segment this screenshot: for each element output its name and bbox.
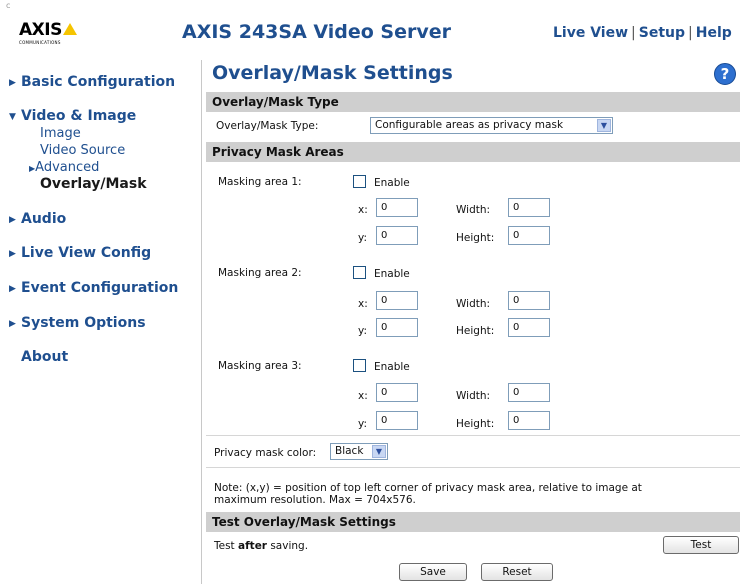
test-after-saving-text: Test after saving. [214, 540, 309, 552]
section-header-areas: Privacy Mask Areas [206, 142, 740, 162]
test-button[interactable]: Test [663, 536, 739, 554]
masking-area-1-y-input[interactable]: 0 [376, 226, 418, 245]
triangle-down-icon: ▼ [9, 112, 16, 122]
overlay-type-label: Overlay/Mask Type: [216, 120, 319, 132]
triangle-right-icon: ▶ [9, 284, 16, 294]
chevron-down-icon: ▼ [597, 119, 611, 132]
section-header-type: Overlay/Mask Type [206, 92, 740, 112]
masking-area-2-label: Masking area 2: [218, 267, 302, 279]
masking-area-2-height-input[interactable]: 0 [508, 318, 550, 337]
logo-triangle-icon [62, 23, 77, 35]
enable-label: Enable [374, 268, 410, 280]
privacy-mask-color-select[interactable]: Black ▼ [330, 443, 388, 460]
enable-label: Enable [374, 361, 410, 373]
masking-area-3-label: Masking area 3: [218, 360, 302, 372]
masking-area-2-y-input[interactable]: 0 [376, 318, 418, 337]
enable-label: Enable [374, 177, 410, 189]
x-label: x: [358, 204, 368, 216]
sidebar-item-live-view-config[interactable]: ▶ Live View Config [9, 245, 151, 261]
height-label: Height: [456, 418, 495, 430]
sidebar-item-video-image[interactable]: ▼ Video & Image [9, 108, 136, 124]
triangle-right-icon: ▶ [9, 78, 16, 88]
sidebar-item-about[interactable]: About [21, 349, 68, 365]
masking-area-2-width-input[interactable]: 0 [508, 291, 550, 310]
sidebar-divider [201, 60, 202, 584]
sidebar-item-basic-configuration[interactable]: ▶ Basic Configuration [9, 74, 175, 90]
logo-text: AXIS [19, 20, 62, 40]
masking-area-3-width-input[interactable]: 0 [508, 383, 550, 402]
reset-button[interactable]: Reset [481, 563, 553, 581]
masking-area-1-enable-checkbox[interactable] [353, 175, 366, 188]
sidebar-item-event-configuration[interactable]: ▶ Event Configuration [9, 280, 178, 296]
height-label: Height: [456, 325, 495, 337]
triangle-right-icon: ▶ [9, 215, 16, 225]
axis-logo[interactable]: AXIS COMMUNICATIONS [19, 22, 87, 46]
note-line-2: maximum resolution. Max = 704x576. [214, 494, 416, 506]
corner-mark: c [6, 1, 11, 10]
triangle-right-icon: ▶ [9, 249, 16, 259]
height-label: Height: [456, 232, 495, 244]
divider [206, 467, 740, 468]
sidebar-item-audio[interactable]: ▶ Audio [9, 211, 66, 227]
y-label: y: [358, 325, 367, 337]
masking-area-3-y-input[interactable]: 0 [376, 411, 418, 430]
y-label: y: [358, 418, 367, 430]
masking-area-1-x-input[interactable]: 0 [376, 198, 418, 217]
masking-area-1-width-input[interactable]: 0 [508, 198, 550, 217]
sidebar-subitem-overlay-mask[interactable]: Overlay/Mask [40, 176, 147, 192]
app-title: AXIS 243SA Video Server [182, 21, 452, 43]
width-label: Width: [456, 204, 491, 216]
sidebar-subitem-video-source[interactable]: Video Source [40, 143, 125, 158]
triangle-right-icon: ▶ [9, 319, 16, 329]
page-title: Overlay/Mask Settings [212, 62, 453, 84]
sidebar-subitem-advanced[interactable]: ▶Advanced [29, 160, 99, 175]
masking-area-1-label: Masking area 1: [218, 176, 302, 188]
y-label: y: [358, 232, 367, 244]
top-nav: Live View | Setup | Help [553, 25, 732, 41]
divider [206, 435, 740, 436]
masking-area-3-enable-checkbox[interactable] [353, 359, 366, 372]
masking-area-2-enable-checkbox[interactable] [353, 266, 366, 279]
x-label: x: [358, 298, 368, 310]
masking-area-3-x-input[interactable]: 0 [376, 383, 418, 402]
privacy-mask-color-label: Privacy mask color: [214, 447, 317, 459]
logo-subtitle: COMMUNICATIONS [19, 40, 61, 45]
section-header-test: Test Overlay/Mask Settings [206, 512, 740, 532]
chevron-down-icon: ▼ [372, 445, 386, 458]
note-line-1: Note: (x,y) = position of top left corne… [214, 482, 642, 494]
save-button[interactable]: Save [399, 563, 467, 581]
width-label: Width: [456, 390, 491, 402]
overlay-type-select[interactable]: Configurable areas as privacy mask ▼ [370, 117, 613, 134]
nav-setup[interactable]: Setup [639, 25, 685, 41]
nav-help[interactable]: Help [696, 25, 732, 41]
masking-area-3-height-input[interactable]: 0 [508, 411, 550, 430]
sidebar-item-system-options[interactable]: ▶ System Options [9, 315, 146, 331]
x-label: x: [358, 390, 368, 402]
width-label: Width: [456, 298, 491, 310]
sidebar-subitem-image[interactable]: Image [40, 126, 81, 141]
masking-area-1-height-input[interactable]: 0 [508, 226, 550, 245]
masking-area-2-x-input[interactable]: 0 [376, 291, 418, 310]
help-icon[interactable]: ? [714, 63, 736, 85]
nav-live-view[interactable]: Live View [553, 25, 628, 41]
